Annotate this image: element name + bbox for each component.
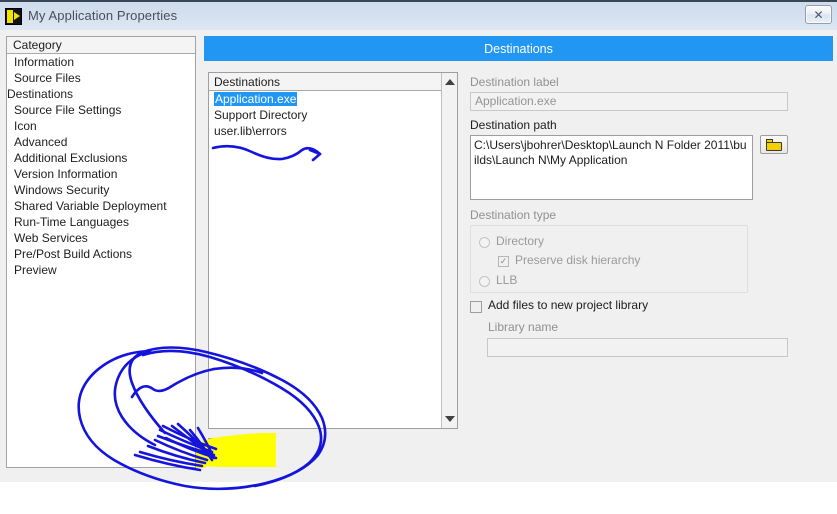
browse-folder-button[interactable] xyxy=(760,135,788,154)
application-window: My Application Properties ✕ Category Inf… xyxy=(0,0,837,514)
destinations-listbox[interactable]: Destinations Application.exe Support Dir… xyxy=(208,72,458,429)
radio-directory-label: Directory xyxy=(496,234,545,248)
sidebar-item-source-file-settings[interactable]: Source File Settings xyxy=(7,102,195,118)
sidebar-item-destinations-label: Destinations xyxy=(7,87,74,101)
category-panel: Category Information Source Files Destin… xyxy=(6,36,196,468)
radio-directory[interactable] xyxy=(479,237,490,248)
destination-path-caption: Destination path xyxy=(470,118,557,132)
scroll-down-icon[interactable] xyxy=(442,411,458,427)
list-item[interactable]: Application.exe xyxy=(209,91,457,107)
preserve-hierarchy-checkbox[interactable]: ✓ xyxy=(498,256,509,267)
plus-icon xyxy=(213,443,226,456)
dialog-body: Category Information Source Files Destin… xyxy=(0,30,837,482)
list-item[interactable]: user.lib\errors xyxy=(209,123,457,139)
window-titlebar: My Application Properties ✕ xyxy=(0,0,837,30)
x-icon xyxy=(244,443,257,456)
radio-llb[interactable] xyxy=(479,276,490,287)
sidebar-item-version-information[interactable]: Version Information xyxy=(7,166,195,182)
sidebar-item-shared-variable-deployment[interactable]: Shared Variable Deployment xyxy=(7,198,195,214)
sidebar-item-icon[interactable]: Icon xyxy=(7,118,195,134)
sidebar-item-pre-post-build-actions[interactable]: Pre/Post Build Actions xyxy=(7,246,195,262)
right-pane: Destinations Destinations Application.ex… xyxy=(200,30,837,482)
library-name-caption: Library name xyxy=(488,320,559,334)
sidebar-item-additional-exclusions[interactable]: Additional Exclusions xyxy=(7,150,195,166)
window-title: My Application Properties xyxy=(28,8,178,23)
destination-form: Destination label Application.exe Destin… xyxy=(466,72,826,412)
scroll-up-icon[interactable] xyxy=(442,74,458,90)
folder-icon xyxy=(766,138,782,151)
list-item[interactable]: Support Directory xyxy=(209,107,457,123)
category-list[interactable]: Information Source Files Destinations So… xyxy=(7,54,195,278)
add-files-checkbox[interactable] xyxy=(470,301,482,313)
delete-destination-button[interactable] xyxy=(239,438,262,461)
check-icon: ✓ xyxy=(499,256,508,266)
add-files-label: Add files to new project library xyxy=(488,298,649,312)
sidebar-item-web-services[interactable]: Web Services xyxy=(7,230,195,246)
page-title: Destinations xyxy=(204,36,833,61)
list-toolbar xyxy=(208,438,458,464)
destinations-items[interactable]: Application.exe Support Directory user.l… xyxy=(209,91,457,139)
destination-type-caption: Destination type xyxy=(470,208,557,222)
sidebar-item-source-files[interactable]: Source Files xyxy=(7,70,195,86)
radio-llb-label: LLB xyxy=(496,273,518,287)
sidebar-item-preview[interactable]: Preview xyxy=(7,262,195,278)
add-destination-button[interactable] xyxy=(208,438,231,461)
destination-label-input[interactable]: Application.exe xyxy=(470,92,788,111)
labview-icon xyxy=(5,8,22,25)
sidebar-item-advanced[interactable]: Advanced xyxy=(7,134,195,150)
list-item-label: Support Directory xyxy=(214,108,308,122)
list-item-label: user.lib\errors xyxy=(214,124,287,138)
vertical-scrollbar[interactable] xyxy=(441,73,457,428)
list-item-label: Application.exe xyxy=(214,92,298,106)
close-icon: ✕ xyxy=(813,7,824,22)
destination-label-caption: Destination label xyxy=(470,75,559,89)
category-header: Category xyxy=(7,37,195,54)
destinations-list-header: Destinations xyxy=(209,73,442,91)
destination-path-input[interactable]: C:\Users\jbohrer\Desktop\Launch N Folder… xyxy=(470,135,753,200)
close-button[interactable]: ✕ xyxy=(805,5,832,24)
sidebar-item-destinations[interactable]: Destinations xyxy=(7,86,195,102)
sidebar-item-information[interactable]: Information xyxy=(7,54,195,70)
sidebar-item-windows-security[interactable]: Windows Security xyxy=(7,182,195,198)
sidebar-item-run-time-languages[interactable]: Run-Time Languages xyxy=(7,214,195,230)
library-name-input[interactable] xyxy=(487,338,788,357)
preserve-hierarchy-label: Preserve disk hierarchy xyxy=(515,253,641,267)
destination-type-group: Directory ✓ Preserve disk hierarchy LLB xyxy=(470,225,748,293)
